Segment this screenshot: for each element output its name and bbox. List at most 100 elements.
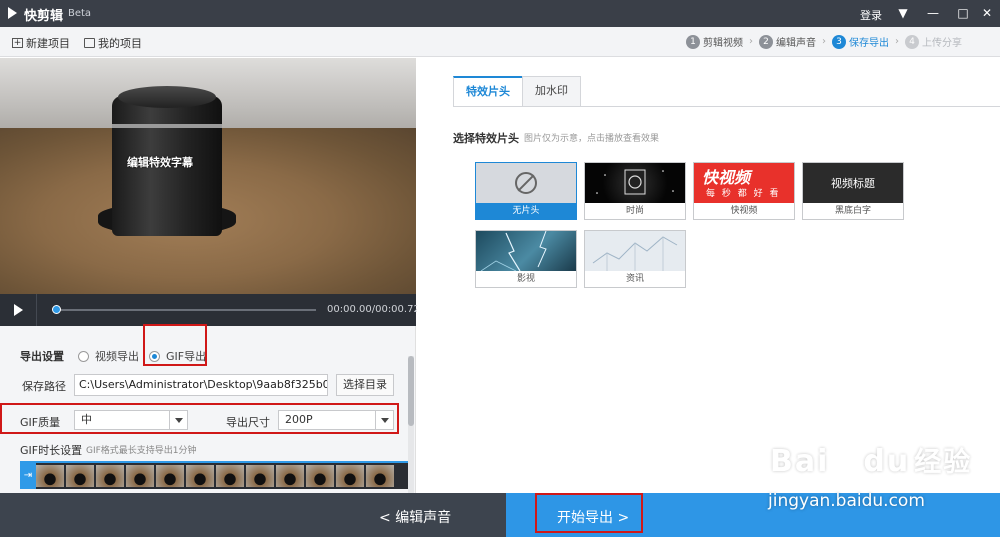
intro-option-label: 黑底白字 — [803, 203, 903, 219]
watermark-url: jingyan.baidu.com — [768, 491, 925, 511]
menu-icon[interactable]: ▼ — [892, 4, 914, 22]
effects-panel: 特效片头 加水印 选择特效片头 图片仅为示意，点击播放查看效果 无片头 时尚 快… — [417, 58, 1000, 493]
kuaishipin-preview-subtitle: 每 秒 都 好 看 — [706, 189, 781, 199]
intro-option-label: 资讯 — [585, 271, 685, 287]
save-path-field[interactable]: C:\Users\Administrator\Desktop\9aab8f325… — [74, 374, 328, 396]
login-link[interactable]: 登录 — [860, 7, 882, 23]
step-number: 4 — [905, 34, 919, 49]
toolbar: + 新建项目 我的项目 1 剪辑视频 › 2 编辑声音 › 3 保存导出 › 4… — [0, 27, 1000, 57]
intro-option-news[interactable]: 资讯 — [584, 230, 686, 288]
time-readout: 00:00.00/00:00.72 — [327, 304, 420, 315]
chevron-right-icon: › — [749, 36, 753, 47]
video-caption: 编辑特效字幕 — [127, 156, 193, 169]
intro-option-film[interactable]: 影视 — [475, 230, 577, 288]
timeline-frame — [216, 465, 245, 487]
scrollbar-thumb[interactable] — [408, 356, 414, 426]
minimize-icon[interactable]: — — [922, 4, 944, 22]
my-projects-label: 我的项目 — [98, 37, 142, 50]
step-label: 上传分享 — [922, 38, 962, 49]
watermark-brand-cn: 经验 — [914, 447, 973, 478]
timeline-frame — [366, 465, 395, 487]
watermark-brand2: du — [863, 444, 911, 479]
maximize-icon[interactable]: □ — [952, 4, 974, 22]
title-bar: 快剪辑 Beta 登录 ▼ — □ ✕ — [0, 0, 1000, 27]
step-label: 保存导出 — [849, 38, 889, 49]
black-white-preview-title: 视频标题 — [831, 177, 875, 190]
intro-option-black-white[interactable]: 视频标题 黑底白字 — [802, 162, 904, 220]
gif-timeline[interactable]: ⇥ — [20, 461, 408, 489]
close-icon[interactable]: ✕ — [976, 4, 998, 22]
timeline-frame — [276, 465, 305, 487]
gif-duration-hint: GIF格式最长支持导出1分钟 — [86, 446, 197, 456]
progress-bar[interactable] — [56, 309, 316, 311]
step-upload-share: 4 上传分享 — [905, 34, 962, 49]
step-label: 编辑声音 — [776, 38, 816, 49]
timeline-frame — [36, 465, 65, 487]
choose-directory-button[interactable]: 选择目录 — [336, 374, 394, 396]
step-save-export[interactable]: 3 保存导出 — [832, 34, 889, 49]
app-beta-label: Beta — [68, 8, 92, 19]
video-export-radio[interactable]: 视频导出 — [78, 348, 139, 364]
timeline-frame — [66, 465, 95, 487]
intro-option-none[interactable]: 无片头 — [475, 162, 577, 220]
chevron-left-icon: < — [379, 510, 391, 526]
chevron-right-icon: › — [822, 36, 826, 47]
highlight-box — [535, 493, 643, 533]
save-path-label: 保存路径 — [22, 380, 66, 393]
app-logo-icon — [8, 7, 17, 19]
timeline-start-handle[interactable]: ⇥ — [20, 463, 36, 489]
news-preview-icon — [592, 236, 678, 271]
video-preview[interactable]: 编辑特效字幕 — [0, 58, 416, 294]
settings-scrollbar[interactable] — [408, 356, 414, 493]
timeline-frame — [126, 465, 155, 487]
back-to-audio-label: 编辑声音 — [395, 510, 452, 526]
step-label: 剪辑视频 — [703, 38, 743, 49]
video-export-label: 视频导出 — [95, 350, 139, 363]
folder-icon — [84, 38, 95, 48]
step-number: 3 — [832, 34, 846, 49]
tab-watermark[interactable]: 加水印 — [522, 76, 581, 106]
intro-option-kuaishipin[interactable]: 快视频 每 秒 都 好 看 快视频 — [693, 162, 795, 220]
progress-handle[interactable] — [52, 305, 61, 314]
kuaishipin-preview-title: 快视频 — [702, 168, 751, 187]
timeline-frame — [96, 465, 125, 487]
new-project-label: 新建项目 — [26, 37, 70, 50]
timeline-frame — [246, 465, 275, 487]
intro-option-fashion[interactable]: 时尚 — [584, 162, 686, 220]
film-preview-icon — [480, 231, 547, 271]
timeline-frame — [306, 465, 335, 487]
step-number: 1 — [686, 34, 700, 49]
no-entry-icon — [515, 172, 537, 194]
radio-unchecked-icon — [78, 350, 89, 362]
new-project-button[interactable]: + 新建项目 — [12, 35, 70, 51]
baidu-watermark-logo: Bai du 经验 — [770, 440, 972, 479]
gif-duration-label: GIF时长设置 — [20, 444, 83, 457]
baidu-paw-icon — [826, 428, 866, 468]
intro-option-label: 快视频 — [694, 203, 794, 219]
export-settings-label: 导出设置 — [20, 350, 64, 363]
section-title: 选择特效片头 — [453, 132, 519, 145]
effects-tabs: 特效片头 加水印 — [453, 76, 581, 106]
app-title: 快剪辑 — [24, 9, 64, 24]
highlight-box — [143, 324, 207, 366]
watermark-brand: Bai — [770, 444, 830, 479]
step-edit-video[interactable]: 1 剪辑视频 — [686, 34, 743, 49]
intro-option-label: 无片头 — [476, 203, 576, 219]
intro-option-label: 影视 — [476, 271, 576, 287]
my-projects-button[interactable]: 我的项目 — [84, 35, 142, 51]
intro-option-label: 时尚 — [585, 203, 685, 219]
workflow-steps: 1 剪辑视频 › 2 编辑声音 › 3 保存导出 › 4 上传分享 — [686, 34, 962, 49]
new-project-icon: + — [12, 38, 23, 48]
back-to-audio-button[interactable]: < 编辑声音 — [379, 507, 451, 527]
timeline-frame — [156, 465, 185, 487]
step-edit-audio[interactable]: 2 编辑声音 — [759, 34, 816, 49]
player-controls: 00:00.00/00:00.72 — [0, 294, 420, 326]
play-icon[interactable] — [14, 304, 23, 316]
tab-intro-effects[interactable]: 特效片头 — [453, 76, 523, 106]
section-hint: 图片仅为示意，点击播放查看效果 — [524, 134, 660, 144]
fashion-preview-icon — [596, 169, 674, 195]
timeline-frame — [186, 465, 215, 487]
highlight-box — [0, 403, 399, 434]
step-number: 2 — [759, 34, 773, 49]
timeline-frame — [336, 465, 365, 487]
